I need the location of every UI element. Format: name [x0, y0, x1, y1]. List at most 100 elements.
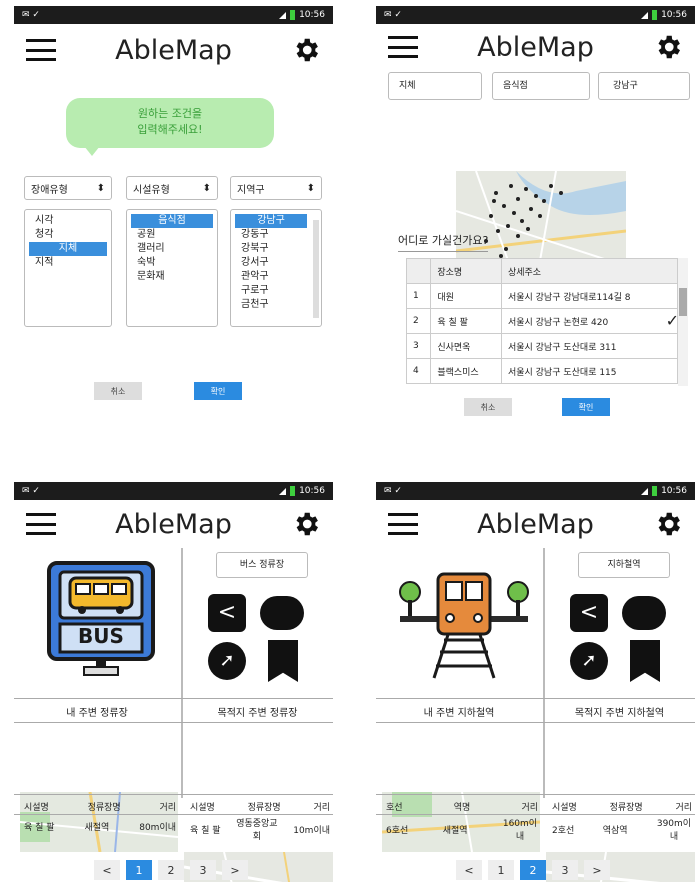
near-stations-label: 내 주변 지하철역 — [423, 708, 495, 719]
table-row[interactable]: 2호선 역삼역 390m이내 — [552, 816, 692, 842]
list-item[interactable]: 공원 — [127, 228, 217, 242]
screen-place-select: ✉ ✓ 10:56 AbleMap 지체 음식점 강남구 어디로 가실건가요? 장… — [376, 6, 695, 426]
screen-subway: ✉ ✓ 10:56 AbleMap 지하철역 < ➚ 내 주변 지하철역 목적지 … — [376, 482, 695, 882]
filter-district[interactable]: 강남구 — [598, 72, 690, 100]
table-row[interactable]: 2육 칠 팔 서울시 강남구 논현로 420 ✓ — [405, 308, 679, 334]
gear-icon[interactable] — [653, 509, 683, 539]
bookmark-icon[interactable] — [630, 640, 660, 682]
list-item[interactable]: 강동구 — [231, 228, 321, 242]
district-list[interactable]: 강남구 강동구 강북구 강서구 관악구 구로구 금천구 — [230, 209, 322, 327]
table-row[interactable]: 4 블랙스미스 서울시 강남구 도산대로 115 — [405, 358, 679, 384]
confirm-button[interactable]: 확인 — [562, 398, 610, 416]
prompt-bubble: 원하는 조건을 입력해주세요! — [66, 98, 274, 148]
list-item[interactable]: 숙박 — [127, 256, 217, 270]
list-item[interactable]: 강서구 — [231, 256, 321, 270]
list-item-selected[interactable]: 음식점 — [131, 214, 213, 228]
page-3-button[interactable]: 3 — [552, 860, 578, 880]
bubble-line: 입력해주세요! — [137, 123, 203, 136]
list-item[interactable]: 구로구 — [231, 284, 321, 298]
bookmark-icon[interactable] — [268, 640, 298, 682]
check-icon: ✓ — [665, 311, 679, 330]
compass-icon[interactable]: ➚ — [208, 642, 246, 680]
table-row[interactable]: 육 칠 팔 영동중앙교회 10m이내 — [190, 816, 330, 842]
app-title: AbleMap — [115, 34, 232, 66]
left-table-headers: 호선 역명 거리 — [386, 803, 538, 813]
facility-type-select[interactable]: 시설유형 ⬍ — [126, 176, 218, 200]
menu-icon[interactable] — [388, 36, 418, 58]
train-icon — [399, 572, 529, 679]
page-2-button[interactable]: 2 — [158, 860, 184, 880]
table-scrollbar[interactable] — [678, 258, 688, 386]
page-1-button[interactable]: 1 — [126, 860, 152, 880]
district-select[interactable]: 지역구 ⬍ — [230, 176, 322, 200]
scrollbar[interactable] — [313, 220, 319, 318]
table-header: 장소명 — [430, 258, 502, 284]
list-item[interactable]: 강북구 — [231, 242, 321, 256]
list-item-selected[interactable]: 강남구 — [235, 214, 307, 228]
list-item[interactable]: 지적 — [25, 256, 111, 270]
disability-type-list[interactable]: 시각 청각 지체 지적 — [24, 209, 112, 327]
next-page-button[interactable]: > — [584, 860, 610, 880]
next-page-button[interactable]: > — [222, 860, 248, 880]
confirm-button[interactable]: 확인 — [194, 382, 242, 400]
pagination: < 1 2 3 > — [456, 860, 610, 880]
app-title: AbleMap — [477, 31, 594, 63]
prev-page-button[interactable]: < — [456, 860, 482, 880]
list-item[interactable]: 문화재 — [127, 270, 217, 284]
gear-icon[interactable] — [653, 32, 683, 62]
list-item[interactable]: 청각 — [25, 228, 111, 242]
status-bar: ✉ ✓ 10:56 — [14, 6, 333, 24]
page-2-button[interactable]: 2 — [520, 860, 546, 880]
disability-type-select[interactable]: 장애유형 ⬍ — [24, 176, 112, 200]
list-item-selected[interactable]: 지체 — [29, 242, 107, 256]
cancel-button[interactable]: 취소 — [94, 382, 142, 400]
screen-bus: ✉ ✓ 10:56 AbleMap BUS 버스 정류장 < ➚ 내 주변 정류장… — [14, 482, 333, 882]
filter-facility[interactable]: 음식점 — [492, 72, 590, 100]
list-item[interactable]: 시각 — [25, 214, 111, 228]
near-stops-label: 내 주변 정류장 — [66, 708, 128, 719]
right-table-headers: 시설명 정류장명 거리 — [190, 803, 330, 813]
list-item[interactable]: 갤러리 — [127, 242, 217, 256]
destination-question: 어디로 가실건가요? — [398, 232, 489, 252]
list-item[interactable]: 금천구 — [231, 298, 321, 312]
table-header — [405, 258, 432, 284]
share-icon[interactable]: < — [570, 594, 608, 632]
status-bar: ✉ ✓ 10:56 — [14, 482, 333, 500]
right-table-headers: 시설명 정류장명 거리 — [552, 803, 692, 813]
app-title: AbleMap — [115, 508, 232, 540]
table-header: 상세주소 — [500, 258, 679, 284]
menu-icon[interactable] — [26, 39, 56, 61]
left-table-headers: 시설명 정류장명 거리 — [24, 803, 176, 813]
cancel-button[interactable]: 취소 — [464, 398, 512, 416]
compass-icon[interactable]: ➚ — [570, 642, 608, 680]
page-3-button[interactable]: 3 — [190, 860, 216, 880]
destination-stops-label: 목적지 주변 정류장 — [217, 708, 298, 719]
list-item[interactable]: 관악구 — [231, 270, 321, 284]
menu-icon[interactable] — [26, 513, 56, 535]
destination-stations-label: 목적지 주변 지하철역 — [574, 708, 665, 719]
prev-page-button[interactable]: < — [94, 860, 120, 880]
table-row[interactable]: 육 칠 팔 새절역 80m이내 — [24, 820, 176, 833]
place-table: 장소명 상세주소 1 대원 서울시 강남구 강남대로114길 8 2육 칠 팔 서울시 … — [405, 258, 679, 384]
table-row[interactable]: 1 대원 서울시 강남구 강남대로114길 8 — [405, 283, 679, 309]
pagination: < 1 2 3 > — [94, 860, 248, 880]
share-icon[interactable]: < — [208, 594, 246, 632]
bubble-line: 원하는 조건을 — [137, 107, 203, 120]
bus-stop-icon — [47, 561, 155, 676]
table-row[interactable]: 6호선 새절역 160m이내 — [386, 816, 538, 842]
transport-type-label[interactable]: 지하철역 — [578, 552, 670, 578]
table-row[interactable]: 3 신사면옥 서울시 강남구 도산대로 311 — [405, 333, 679, 359]
page-1-button[interactable]: 1 — [488, 860, 514, 880]
chat-icon[interactable] — [260, 596, 304, 630]
app-title: AbleMap — [477, 508, 594, 540]
transport-type-label[interactable]: 버스 정류장 — [216, 552, 308, 578]
gear-icon[interactable] — [291, 35, 321, 65]
menu-icon[interactable] — [388, 513, 418, 535]
status-bar: ✉ ✓ 10:56 — [376, 6, 695, 24]
bus-sign-text: BUS — [78, 624, 124, 648]
filter-disability[interactable]: 지체 — [388, 72, 482, 100]
status-bar: ✉ ✓ 10:56 — [376, 482, 695, 500]
gear-icon[interactable] — [291, 509, 321, 539]
facility-type-list[interactable]: 음식점 공원 갤러리 숙박 문화재 — [126, 209, 218, 327]
chat-icon[interactable] — [622, 596, 666, 630]
